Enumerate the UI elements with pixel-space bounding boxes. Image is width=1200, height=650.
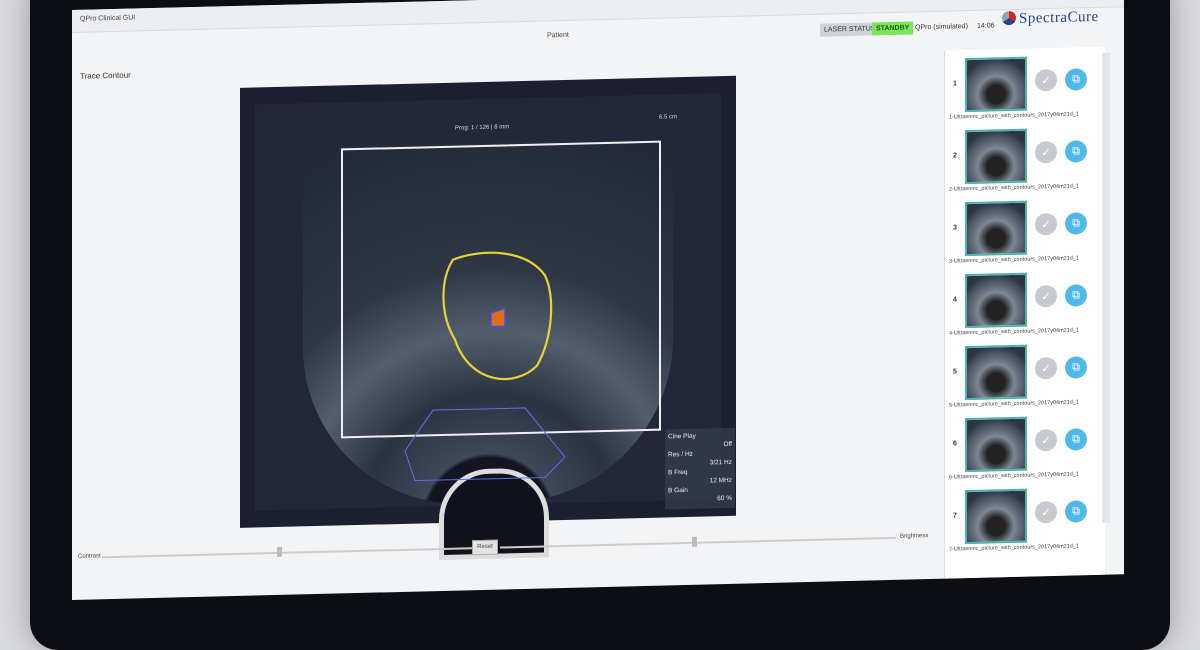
check-icon[interactable]: ✓ bbox=[1035, 141, 1057, 164]
thumbnail-item[interactable]: 7 ✓ ⧉ 7-Ultrasonic_picture_with_contours… bbox=[945, 485, 1105, 561]
brand-mark-icon bbox=[1002, 11, 1016, 25]
copy-icon[interactable]: ⧉ bbox=[1065, 500, 1087, 523]
thumbnail-image[interactable] bbox=[965, 489, 1027, 545]
thumbnail-item[interactable]: 5 ✓ ⧉ 5-Ultrasonic_picture_with_contours… bbox=[945, 341, 1105, 417]
contrast-slider-thumb[interactable] bbox=[277, 547, 282, 557]
check-icon[interactable]: ✓ bbox=[1035, 213, 1057, 236]
copy-icon[interactable]: ⧉ bbox=[1065, 356, 1087, 379]
thumbnail-number: 3 bbox=[953, 224, 957, 231]
copy-icon[interactable]: ⧉ bbox=[1065, 284, 1087, 307]
thumbnail-number: 2 bbox=[953, 152, 957, 159]
brand-logo: SpectraCure bbox=[1002, 9, 1099, 28]
copy-icon[interactable]: ⧉ bbox=[1065, 428, 1087, 451]
thumbnail-name: 7-Ultrasonic_picture_with_contours_2017y… bbox=[949, 543, 1099, 553]
thumbnail-number: 7 bbox=[953, 512, 957, 519]
thumbnail-image[interactable] bbox=[965, 57, 1027, 113]
brightness-slider-thumb[interactable] bbox=[692, 537, 697, 547]
thumbnail-name: 4-Ultrasonic_picture_with_contours_2017y… bbox=[949, 327, 1099, 337]
thumbnail-image[interactable] bbox=[965, 345, 1027, 401]
thumbnail-number: 6 bbox=[953, 440, 957, 447]
copy-icon[interactable]: ⧉ bbox=[1065, 212, 1087, 235]
thumbnail-scrollbar[interactable] bbox=[1102, 53, 1110, 523]
thumbnail-name: 6-Ultrasonic_picture_with_contours_2017y… bbox=[949, 471, 1099, 481]
contour-overlay[interactable] bbox=[255, 93, 721, 510]
probe-contour[interactable] bbox=[405, 407, 565, 481]
copy-icon[interactable]: ⧉ bbox=[1065, 68, 1087, 91]
contrast-slider[interactable] bbox=[102, 547, 472, 558]
check-icon[interactable]: ✓ bbox=[1035, 357, 1057, 380]
contrast-label: Contrast bbox=[78, 553, 101, 560]
app-screen: QPro Clinical GUI – ▫ ✕ Patient LASER ST… bbox=[72, 0, 1124, 600]
app-title: QPro Clinical GUI bbox=[80, 14, 135, 22]
thumbnail-item[interactable]: 3 ✓ ⧉ 3-Ultrasonic_picture_with_contours… bbox=[945, 197, 1105, 273]
thumbnail-item[interactable]: 2 ✓ ⧉ 2-Ultrasonic_picture_with_contours… bbox=[945, 125, 1105, 201]
thumbnail-image[interactable] bbox=[965, 201, 1027, 257]
clock: 14:06 bbox=[977, 22, 995, 29]
thumbnail-image[interactable] bbox=[965, 129, 1027, 185]
patient-label[interactable]: Patient bbox=[547, 32, 569, 40]
check-icon[interactable]: ✓ bbox=[1035, 501, 1057, 524]
brightness-label: Brightness bbox=[900, 533, 928, 540]
check-icon[interactable]: ✓ bbox=[1035, 429, 1057, 452]
brand-name: SpectraCure bbox=[1019, 9, 1099, 27]
thumbnail-name: 5-Ultrasonic_picture_with_contours_2017y… bbox=[949, 399, 1099, 409]
laser-status-badge: STANDBY bbox=[872, 21, 913, 35]
thumbnail-panel: 1 ✓ ⧉ 1-Ultrasonic_picture_with_contours… bbox=[944, 47, 1105, 579]
thumbnail-number: 1 bbox=[953, 80, 957, 87]
reset-button[interactable]: Reset bbox=[472, 540, 498, 556]
depth-label: 6.5 cm bbox=[659, 114, 677, 120]
bgain-value: 60 % bbox=[668, 494, 732, 505]
thumbnail-number: 5 bbox=[953, 368, 957, 375]
thumbnail-number: 4 bbox=[953, 296, 957, 303]
check-icon[interactable]: ✓ bbox=[1035, 69, 1057, 92]
thumbnail-name: 2-Ultrasonic_picture_with_contours_2017y… bbox=[949, 183, 1099, 193]
thumbnail-item[interactable]: 4 ✓ ⧉ 4-Ultrasonic_picture_with_contours… bbox=[945, 269, 1105, 345]
cine-panel: Cine Play Off Res / Hz 3/21 Hz B Freq 12… bbox=[665, 428, 735, 510]
device-label: QPro (simulated) bbox=[915, 23, 968, 31]
page-title: Trace Contour bbox=[80, 71, 131, 81]
copy-icon[interactable]: ⧉ bbox=[1065, 140, 1087, 163]
laser-status-label: LASER STATUS bbox=[820, 22, 879, 36]
thumbnail-item[interactable]: 1 ✓ ⧉ 1-Ultrasonic_picture_with_contours… bbox=[945, 53, 1105, 129]
ultrasound-image[interactable]: Prog: 1 / 126 | 8 mm 6.5 cm Cine Play Of… bbox=[255, 93, 721, 510]
check-icon[interactable]: ✓ bbox=[1035, 285, 1057, 308]
thumbnail-image[interactable] bbox=[965, 273, 1027, 329]
urethra-contour[interactable] bbox=[491, 308, 505, 326]
ultrasound-viewer[interactable]: Prog: 1 / 126 | 8 mm 6.5 cm Cine Play Of… bbox=[240, 76, 736, 528]
thumbnail-name: 1-Ultrasonic_picture_with_contours_2017y… bbox=[949, 111, 1099, 121]
thumbnail-name: 3-Ultrasonic_picture_with_contours_2017y… bbox=[949, 255, 1099, 265]
thumbnail-image[interactable] bbox=[965, 417, 1027, 473]
brightness-slider[interactable] bbox=[500, 537, 896, 549]
thumbnail-item[interactable]: 6 ✓ ⧉ 6-Ultrasonic_picture_with_contours… bbox=[945, 413, 1105, 489]
